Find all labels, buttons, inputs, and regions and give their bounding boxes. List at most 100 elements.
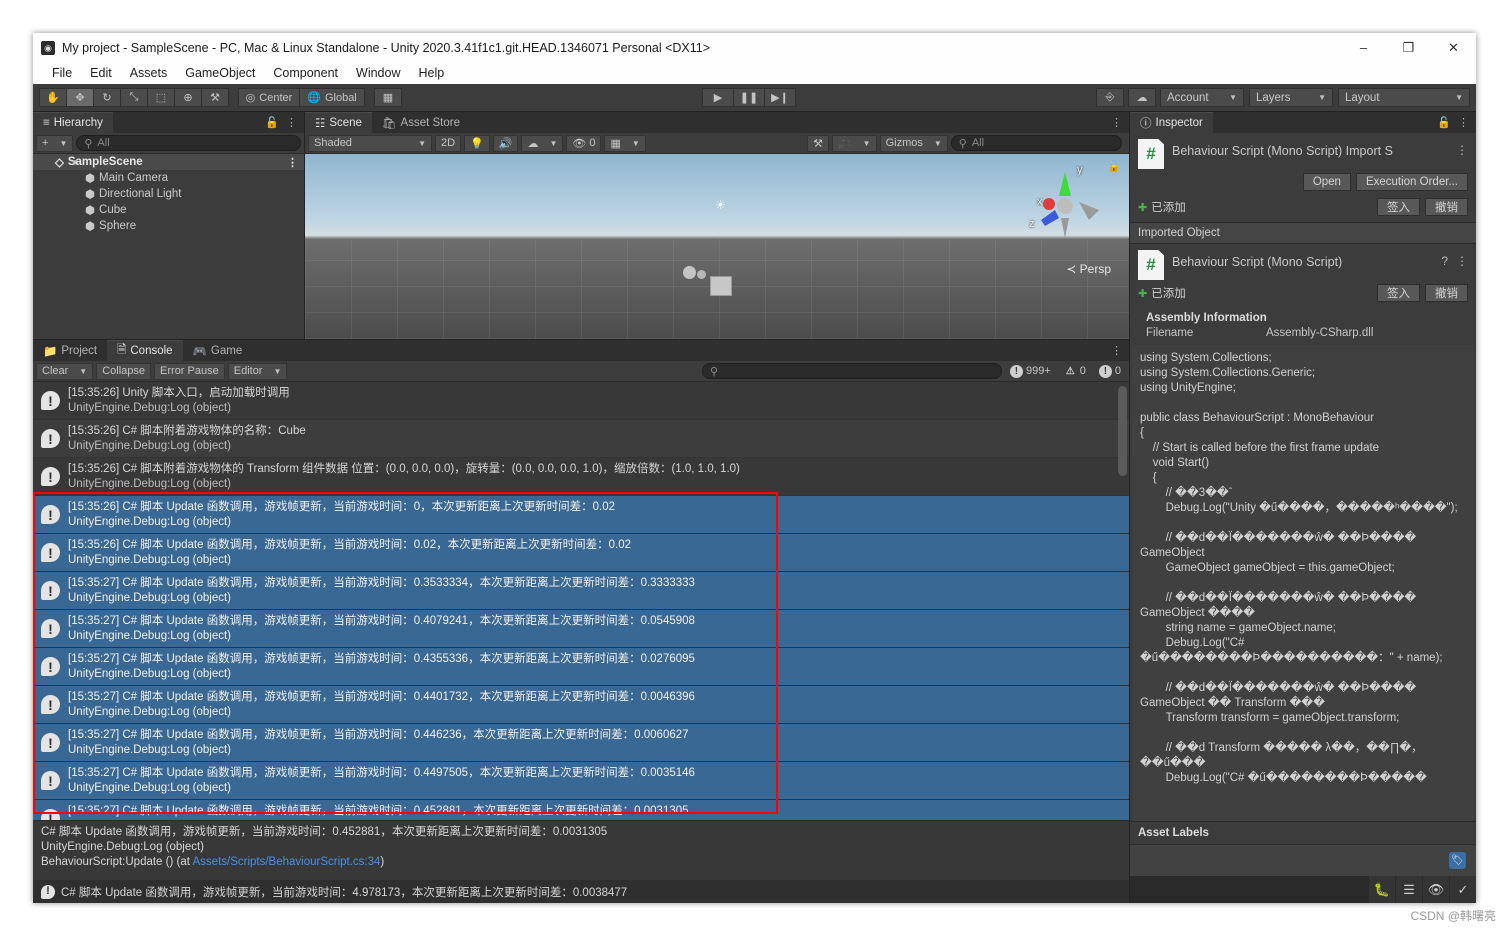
panel-menu-icon[interactable]: ⋮ — [1111, 116, 1122, 129]
hierarchy-item-cube[interactable]: ⬢ Cube — [33, 202, 304, 218]
tag-icon[interactable]: 🏷 — [1449, 852, 1466, 869]
panel-menu-icon[interactable]: ⋮ — [1458, 116, 1469, 129]
log-entry[interactable]: ! [15:35:26] C# 脚本附着游戏物体的 Transform 组件数据… — [33, 458, 1129, 496]
error-count[interactable]: ! 0 — [1094, 364, 1126, 378]
eye-off-icon[interactable]: 👁 — [1423, 876, 1449, 903]
log-entry-selected[interactable]: ! [15:35:27] C# 脚本 Update 函数调用，游戏帧更新，当前游… — [33, 610, 1129, 648]
account-dropdown[interactable]: Account ▼ — [1160, 88, 1244, 107]
console-scrollbar[interactable] — [1118, 386, 1127, 476]
console-search-input[interactable]: ⚲ — [701, 363, 1002, 379]
menu-item-component[interactable]: Component — [264, 62, 347, 84]
scene-grid-icon[interactable]: ▦ ▼ — [604, 134, 646, 152]
help-icon[interactable]: ? — [1441, 250, 1448, 268]
grid-snap-icon[interactable]: ▦ — [374, 88, 402, 107]
tab-game[interactable]: 🎮 Game — [182, 340, 253, 361]
tab-console[interactable]: 🗎 Console — [107, 340, 183, 361]
scene-lighting-icon[interactable]: 💡 — [464, 134, 490, 152]
hierarchy-item-sphere[interactable]: ⬢ Sphere — [33, 218, 304, 234]
log-entry-selected[interactable]: ! [15:35:27] C# 脚本 Update 函数调用，游戏帧更新，当前游… — [33, 800, 1129, 820]
move-tool-icon[interactable]: ✥ — [66, 88, 94, 107]
projection-mode-label[interactable]: ≺ Persp — [1066, 262, 1111, 276]
close-button[interactable]: ✕ — [1431, 33, 1476, 62]
log-entry-selected[interactable]: ! [15:35:26] C# 脚本 Update 函数调用，游戏帧更新，当前游… — [33, 534, 1129, 572]
panel-menu-icon[interactable]: ⋮ — [1111, 344, 1122, 357]
sphere-object-small[interactable] — [697, 270, 706, 279]
rect-tool-icon[interactable]: ⬚ — [147, 88, 175, 107]
checkin-button[interactable]: 签入 — [1377, 284, 1420, 302]
collapse-button[interactable]: Collapse — [96, 362, 152, 380]
maximize-button[interactable]: ❐ — [1386, 33, 1431, 62]
hierarchy-tree[interactable]: ▼ ◇ SampleScene ⋮ ⬢ Main Camera ⬢ Direct… — [33, 154, 304, 339]
scene-tools-icon[interactable]: ⚒ — [807, 134, 829, 152]
menu-item-help[interactable]: Help — [409, 62, 453, 84]
asset-labels-box[interactable]: 🏷 — [1130, 844, 1476, 876]
warning-count[interactable]: ⚠ 0 — [1059, 365, 1091, 378]
draw-mode-dropdown[interactable]: Shaded ▼ — [308, 134, 432, 152]
checkin-button[interactable]: 签入 — [1377, 198, 1420, 216]
minimize-button[interactable]: – — [1341, 33, 1386, 62]
scene-effects-icon[interactable]: ☁ ▼ — [521, 134, 564, 152]
menu-item-edit[interactable]: Edit — [81, 62, 121, 84]
menu-item-file[interactable]: File — [43, 62, 81, 84]
log-entry-selected[interactable]: ! [15:35:27] C# 脚本 Update 函数调用，游戏帧更新，当前游… — [33, 572, 1129, 610]
sphere-object[interactable] — [683, 266, 696, 279]
hierarchy-item-main-camera[interactable]: ⬢ Main Camera — [33, 170, 304, 186]
scale-tool-icon[interactable]: ⤡ — [120, 88, 148, 107]
log-entry[interactable]: ! [15:35:26] C# 脚本附着游戏物体的名称：Cube UnityEn… — [33, 420, 1129, 458]
gizmos-dropdown[interactable]: Gizmos ▼ — [879, 134, 948, 152]
scene-visibility-toggle[interactable]: 👁 0 — [566, 134, 602, 152]
revert-button[interactable]: 撤销 — [1425, 198, 1468, 216]
layout-dropdown[interactable]: Layout ▼ — [1338, 88, 1470, 107]
step-button[interactable]: ▶❙ — [764, 88, 796, 107]
error-pause-button[interactable]: Error Pause — [154, 362, 225, 380]
cloud-icon[interactable]: ☁ — [1128, 88, 1156, 107]
layers-dropdown[interactable]: Layers ▼ — [1249, 88, 1333, 107]
hierarchy-search-input[interactable]: ⚲ All — [76, 135, 301, 151]
lock-icon[interactable]: 🔓 — [1437, 116, 1451, 129]
log-entry[interactable]: ! [15:35:26] Unity 脚本入口，启动加载时调用 UnityEng… — [33, 382, 1129, 420]
log-entry-selected[interactable]: ! [15:35:27] C# 脚本 Update 函数调用，游戏帧更新，当前游… — [33, 648, 1129, 686]
log-entry-selected[interactable]: ! [15:35:26] C# 脚本 Update 函数调用，游戏帧更新，当前游… — [33, 496, 1129, 534]
console-log-list[interactable]: ! [15:35:26] Unity 脚本入口，启动加载时调用 UnityEng… — [33, 382, 1129, 820]
scene-menu-icon[interactable]: ⋮ — [287, 156, 304, 169]
pause-button[interactable]: ❚❚ — [733, 88, 765, 107]
layers-icon[interactable]: ☰ — [1396, 876, 1422, 903]
custom-tool-icon[interactable]: ⚒ — [201, 88, 229, 107]
log-entry-selected[interactable]: ! [15:35:27] C# 脚本 Update 函数调用，游戏帧更新，当前游… — [33, 762, 1129, 800]
scene-search-input[interactable]: ⚲ All — [950, 135, 1123, 151]
hierarchy-item-directional-light[interactable]: ⬢ Directional Light — [33, 186, 304, 202]
scene-orientation-gizmo[interactable]: y x z — [1023, 164, 1107, 250]
open-button[interactable]: Open — [1302, 173, 1351, 191]
tab-inspector[interactable]: ⓘ Inspector — [1130, 112, 1213, 133]
menu-item-window[interactable]: Window — [347, 62, 409, 84]
log-entry-selected[interactable]: ! [15:35:27] C# 脚本 Update 函数调用，游戏帧更新，当前游… — [33, 686, 1129, 724]
add-object-button[interactable]: + ▼ — [36, 134, 74, 152]
collab-icon[interactable]: ⎆ — [1096, 88, 1124, 107]
stacktrace-link[interactable]: Assets/Scripts/BehaviourScript.cs:34 — [193, 856, 381, 868]
revert-button[interactable]: 撤销 — [1425, 284, 1468, 302]
panel-menu-icon[interactable]: ⋮ — [286, 116, 297, 129]
menu-item-gameobject[interactable]: GameObject — [176, 62, 264, 84]
editor-dropdown[interactable]: Editor ▼ — [227, 362, 288, 380]
tab-hierarchy[interactable]: ≡ Hierarchy — [33, 112, 113, 133]
console-detail-pane[interactable]: C# 脚本 Update 函数调用，游戏帧更新，当前游戏时间：0.452881，… — [33, 820, 1129, 880]
tab-scene[interactable]: ☷ Scene — [305, 112, 372, 133]
lock-icon[interactable]: 🔓 — [265, 116, 279, 129]
scene-viewport[interactable]: ☀ 🔓 y x z ≺ Persp — [305, 154, 1129, 339]
scene-audio-icon[interactable]: 🔊 — [492, 134, 519, 152]
log-count[interactable]: ! 999+ — [1005, 364, 1056, 378]
log-entry-selected[interactable]: ! [15:35:27] C# 脚本 Update 函数调用，游戏帧更新，当前游… — [33, 724, 1129, 762]
hand-tool-icon[interactable]: ✋ — [39, 88, 67, 107]
tab-project[interactable]: 📁 Project — [33, 340, 108, 361]
rotate-tool-icon[interactable]: ↻ — [93, 88, 121, 107]
bug-off-icon[interactable]: 🐛 — [1369, 876, 1395, 903]
chevron-down-icon[interactable]: ▼ — [71, 158, 79, 167]
check-circle-icon[interactable]: ✓ — [1450, 876, 1476, 903]
transform-tool-icon[interactable]: ⊕ — [174, 88, 202, 107]
scene-camera-icon[interactable]: 🎥 ▼ — [831, 134, 877, 152]
scene-lock-icon[interactable]: 🔓 — [1107, 160, 1121, 173]
object-menu-icon[interactable]: ⋮ — [1456, 250, 1468, 268]
importer-menu-icon[interactable]: ⋮ — [1456, 139, 1468, 157]
hierarchy-scene-row[interactable]: ▼ ◇ SampleScene ⋮ — [33, 154, 304, 170]
toggle-2d-button[interactable]: 2D — [435, 134, 462, 152]
